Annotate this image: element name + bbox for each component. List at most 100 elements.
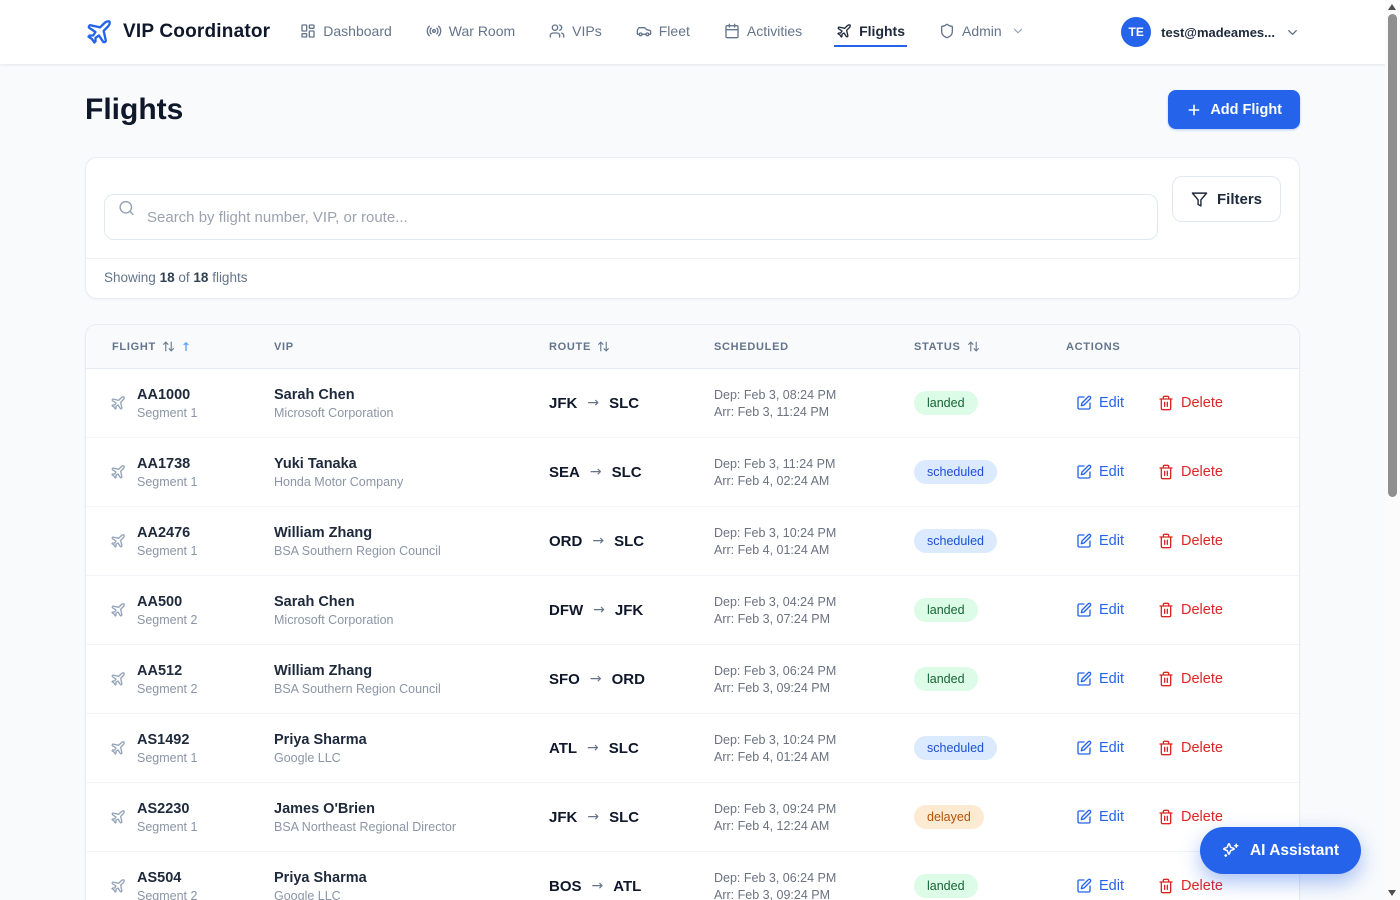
arrival-time: Arr: Feb 3, 09:24 PM bbox=[714, 681, 914, 695]
scrollbar-down-arrow[interactable] bbox=[1388, 890, 1396, 896]
route-destination: SLC bbox=[609, 395, 639, 412]
edit-button[interactable]: Edit bbox=[1076, 533, 1124, 549]
delete-button[interactable]: Delete bbox=[1158, 464, 1223, 480]
route-destination: SLC bbox=[609, 809, 639, 826]
flight-row-plane-icon bbox=[110, 464, 126, 480]
vip-organization: Google LLC bbox=[274, 751, 549, 765]
trash-icon bbox=[1158, 533, 1174, 549]
delete-button[interactable]: Delete bbox=[1158, 533, 1223, 549]
nav-item-activities[interactable]: Activities bbox=[722, 17, 804, 47]
route-origin: JFK bbox=[549, 395, 577, 412]
route-destination: SLC bbox=[609, 740, 639, 757]
flight-row-plane-icon bbox=[110, 671, 126, 687]
flight-number: AA500 bbox=[137, 594, 197, 610]
sort-asc-indicator-icon: ↑ bbox=[181, 340, 192, 354]
ai-assistant-label: AI Assistant bbox=[1250, 842, 1339, 860]
edit-label: Edit bbox=[1099, 395, 1124, 411]
delete-label: Delete bbox=[1181, 809, 1223, 825]
top-navbar: VIP Coordinator Dashboard War Room VIPs … bbox=[0, 0, 1400, 64]
nav-item-vips[interactable]: VIPs bbox=[547, 17, 604, 47]
route-arrow-icon: → bbox=[590, 464, 602, 480]
departure-time: Dep: Feb 3, 10:24 PM bbox=[714, 526, 914, 540]
trash-icon bbox=[1158, 740, 1174, 756]
status-badge: delayed bbox=[914, 805, 984, 829]
nav-item-flights[interactable]: Flights bbox=[834, 17, 907, 47]
delete-button[interactable]: Delete bbox=[1158, 671, 1223, 687]
edit-label: Edit bbox=[1099, 740, 1124, 756]
departure-time: Dep: Feb 3, 11:24 PM bbox=[714, 457, 914, 471]
flight-number: AA2476 bbox=[137, 525, 197, 541]
plane-logo-icon bbox=[85, 18, 113, 46]
delete-label: Delete bbox=[1181, 671, 1223, 687]
edit-button[interactable]: Edit bbox=[1076, 878, 1124, 894]
header-route[interactable]: Route bbox=[549, 340, 714, 353]
car-icon bbox=[636, 23, 652, 39]
users-icon bbox=[549, 23, 565, 39]
edit-button[interactable]: Edit bbox=[1076, 740, 1124, 756]
vip-organization: Microsoft Corporation bbox=[274, 406, 549, 420]
vip-name: Priya Sharma bbox=[274, 732, 549, 748]
table-row: AA512 Segment 2 William Zhang BSA Southe… bbox=[86, 645, 1299, 714]
vip-organization: Google LLC bbox=[274, 889, 549, 900]
nav-item-war-room[interactable]: War Room bbox=[424, 17, 517, 47]
nav-label: War Room bbox=[449, 23, 515, 39]
flight-row-plane-icon bbox=[110, 395, 126, 411]
route-destination: ATL bbox=[613, 878, 641, 895]
flight-segment: Segment 1 bbox=[137, 544, 197, 558]
route-arrow-icon: → bbox=[587, 809, 599, 825]
status-badge: landed bbox=[914, 874, 978, 898]
search-input[interactable] bbox=[104, 194, 1158, 240]
edit-pencil-icon bbox=[1076, 602, 1092, 618]
departure-time: Dep: Feb 3, 04:24 PM bbox=[714, 595, 914, 609]
delete-button[interactable]: Delete bbox=[1158, 878, 1223, 894]
edit-pencil-icon bbox=[1076, 809, 1092, 825]
edit-label: Edit bbox=[1099, 878, 1124, 894]
arrival-time: Arr: Feb 4, 01:24 AM bbox=[714, 543, 914, 557]
app-logo[interactable]: VIP Coordinator bbox=[85, 18, 270, 46]
nav-label: Admin bbox=[962, 23, 1002, 39]
route-origin: DFW bbox=[549, 602, 583, 619]
edit-button[interactable]: Edit bbox=[1076, 395, 1124, 411]
trash-icon bbox=[1158, 809, 1174, 825]
edit-label: Edit bbox=[1099, 671, 1124, 687]
filters-label: Filters bbox=[1217, 191, 1262, 208]
scrollbar-thumb[interactable] bbox=[1388, 14, 1397, 497]
nav-item-admin[interactable]: Admin bbox=[937, 17, 1027, 47]
flight-number: AA512 bbox=[137, 663, 197, 679]
chevron-down-icon bbox=[1285, 25, 1300, 40]
arrival-time: Arr: Feb 3, 07:24 PM bbox=[714, 612, 914, 626]
edit-button[interactable]: Edit bbox=[1076, 602, 1124, 618]
flight-row-plane-icon bbox=[110, 740, 126, 756]
add-flight-button[interactable]: Add Flight bbox=[1168, 90, 1300, 129]
departure-time: Dep: Feb 3, 06:24 PM bbox=[714, 871, 914, 885]
edit-button[interactable]: Edit bbox=[1076, 809, 1124, 825]
edit-button[interactable]: Edit bbox=[1076, 671, 1124, 687]
nav-item-dashboard[interactable]: Dashboard bbox=[298, 17, 394, 47]
ai-assistant-button[interactable]: AI Assistant bbox=[1200, 827, 1361, 874]
edit-button[interactable]: Edit bbox=[1076, 464, 1124, 480]
delete-button[interactable]: Delete bbox=[1158, 809, 1223, 825]
edit-pencil-icon bbox=[1076, 395, 1092, 411]
header-flight[interactable]: Flight ↑ bbox=[86, 340, 274, 354]
filters-button[interactable]: Filters bbox=[1172, 176, 1281, 222]
nav-item-fleet[interactable]: Fleet bbox=[634, 17, 692, 47]
delete-button[interactable]: Delete bbox=[1158, 395, 1223, 411]
table-row: AS2230 Segment 1 James O'Brien BSA North… bbox=[86, 783, 1299, 852]
edit-pencil-icon bbox=[1076, 671, 1092, 687]
user-menu[interactable]: TE test@madeames... bbox=[1121, 17, 1300, 47]
delete-button[interactable]: Delete bbox=[1158, 740, 1223, 756]
vip-name: James O'Brien bbox=[274, 801, 549, 817]
scrollbar-up-arrow[interactable] bbox=[1388, 4, 1396, 10]
delete-label: Delete bbox=[1181, 602, 1223, 618]
shield-icon bbox=[939, 23, 955, 39]
route-origin: JFK bbox=[549, 809, 577, 826]
status-badge: scheduled bbox=[914, 736, 997, 760]
delete-label: Delete bbox=[1181, 878, 1223, 894]
delete-button[interactable]: Delete bbox=[1158, 602, 1223, 618]
header-status[interactable]: Status bbox=[914, 340, 1066, 353]
departure-time: Dep: Feb 3, 10:24 PM bbox=[714, 733, 914, 747]
shown-count: 18 bbox=[160, 270, 175, 285]
nav-label: Dashboard bbox=[323, 23, 392, 39]
vip-organization: Microsoft Corporation bbox=[274, 613, 549, 627]
table-row: AA2476 Segment 1 William Zhang BSA South… bbox=[86, 507, 1299, 576]
